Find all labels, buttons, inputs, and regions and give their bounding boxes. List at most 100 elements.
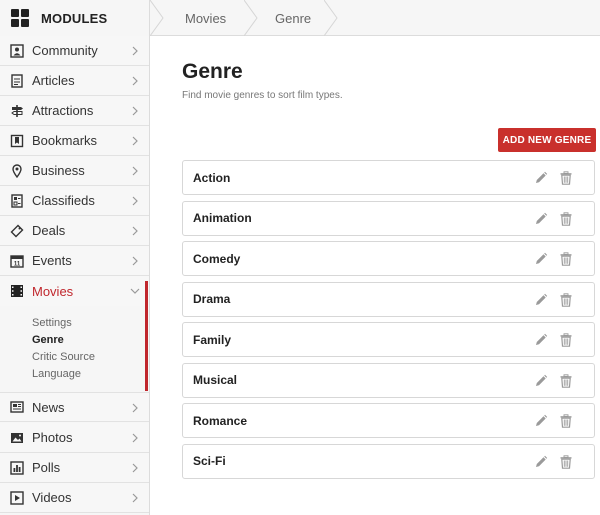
sidebar-item-label: Bookmarks (32, 133, 98, 148)
pencil-icon[interactable] (534, 455, 548, 469)
signpost-icon (10, 104, 24, 118)
pencil-icon[interactable] (534, 293, 548, 307)
tag-icon (10, 224, 24, 238)
sidebar-item-bookmarks[interactable]: Bookmarks (0, 126, 149, 156)
genre-name: Sci-Fi (193, 454, 226, 468)
brand-label: MODULES (41, 10, 108, 26)
map-pin-icon (10, 163, 24, 178)
sidebar-item-label: Business (32, 163, 85, 178)
people-icon (10, 43, 24, 58)
genre-name: Family (193, 332, 232, 347)
genre-row[interactable]: Drama (182, 281, 595, 317)
genre-name: Drama (193, 292, 231, 306)
chevron-down-icon (130, 288, 140, 294)
pencil-icon[interactable] (534, 333, 548, 347)
genre-row[interactable]: Sci-Fi (182, 443, 595, 479)
sidebar: Community Articles Attractions Bookmarks… (0, 36, 150, 515)
video-icon (10, 490, 24, 505)
sidebar-item-articles[interactable]: Articles (0, 66, 149, 96)
pencil-icon[interactable] (534, 414, 548, 428)
photo-icon (10, 431, 24, 445)
chevron-right-icon (132, 226, 138, 236)
chevron-right-icon (132, 403, 138, 413)
genre-row[interactable]: Animation (182, 200, 595, 236)
trash-icon[interactable] (559, 211, 573, 226)
pencil-icon[interactable] (534, 374, 548, 388)
genre-row[interactable]: Family (182, 322, 595, 357)
chevron-right-icon (132, 493, 138, 503)
modules-brand[interactable]: MODULES (0, 0, 150, 36)
trash-icon[interactable] (559, 171, 573, 185)
genre-name: Action (193, 170, 231, 185)
sidebar-item-label: Articles (32, 73, 75, 88)
main-content: Genre Find movie genres to sort film typ… (150, 36, 600, 515)
breadcrumb-genre[interactable]: Genre (275, 0, 311, 36)
chevron-right-icon (132, 136, 138, 146)
genre-row[interactable]: Musical (182, 362, 595, 398)
chevron-right-icon (132, 106, 138, 116)
genre-name: Musical (193, 373, 238, 387)
film-icon (10, 284, 24, 298)
article-icon (10, 73, 24, 88)
sidebar-item-label: Polls (32, 460, 61, 475)
sidebar-item-label: Photos (32, 430, 73, 445)
sidebar-item-movies[interactable]: Movies (0, 276, 149, 306)
sidebar-item-label: News (32, 399, 65, 415)
page-title: Genre (182, 60, 243, 83)
calendar-icon: 11 (10, 254, 24, 268)
sidebar-subitem-critic-source[interactable]: Critic Source (32, 351, 95, 363)
genre-name: Comedy (193, 251, 241, 266)
trash-icon[interactable] (559, 252, 573, 266)
genre-row[interactable]: Action (182, 160, 595, 195)
add-new-genre-button[interactable]: ADD NEW GENRE (498, 128, 596, 152)
trash-icon[interactable] (559, 454, 573, 469)
breadcrumb-separator-icon (150, 0, 164, 36)
chevron-right-icon (132, 433, 138, 443)
sidebar-subitem-language[interactable]: Language (32, 368, 81, 380)
trash-icon[interactable] (559, 373, 573, 388)
trash-icon[interactable] (559, 414, 573, 428)
svg-text:11: 11 (14, 261, 21, 267)
bookmark-icon (10, 134, 24, 148)
sidebar-item-label: Events (32, 253, 72, 268)
newspaper-icon (10, 400, 24, 414)
sidebar-item-deals[interactable]: Deals (0, 216, 149, 246)
grid-icon (11, 9, 29, 27)
sidebar-item-videos[interactable]: Videos (0, 483, 149, 513)
chevron-right-icon (132, 196, 138, 206)
trash-icon[interactable] (559, 333, 573, 347)
poll-icon (10, 460, 24, 475)
sidebar-subitem-genre[interactable]: Genre (32, 334, 64, 346)
page-subtitle: Find movie genres to sort film types. (182, 90, 343, 101)
sidebar-item-polls[interactable]: Polls (0, 453, 149, 483)
genre-row[interactable]: Comedy (182, 241, 595, 276)
trash-icon[interactable] (559, 292, 573, 307)
sidebar-item-label: Videos (32, 490, 72, 505)
chevron-right-icon (132, 463, 138, 473)
sidebar-item-classifieds[interactable]: Classifieds (0, 186, 149, 216)
sidebar-item-label: Community (32, 43, 98, 58)
sidebar-subitem-settings[interactable]: Settings (32, 317, 72, 329)
breadcrumb-separator-icon (324, 0, 338, 36)
genre-name: Animation (193, 211, 252, 225)
sidebar-item-photos[interactable]: Photos (0, 423, 149, 453)
top-bar: MODULES Movies Genre (0, 0, 600, 36)
genre-name: Romance (193, 413, 248, 428)
chevron-right-icon (132, 166, 138, 176)
sidebar-item-community[interactable]: Community (0, 36, 149, 66)
pencil-icon[interactable] (534, 171, 548, 185)
sidebar-item-business[interactable]: Business (0, 156, 149, 186)
sidebar-item-news[interactable]: News (0, 392, 149, 422)
chevron-right-icon (132, 256, 138, 266)
active-indicator (145, 281, 148, 391)
breadcrumb-movies[interactable]: Movies (185, 0, 226, 36)
sidebar-item-label: Attractions (32, 103, 94, 118)
breadcrumb-separator-icon (244, 0, 258, 36)
chevron-right-icon (132, 76, 138, 86)
pencil-icon[interactable] (534, 212, 548, 226)
pencil-icon[interactable] (534, 252, 548, 266)
sidebar-item-attractions[interactable]: Attractions (0, 96, 149, 126)
genre-row[interactable]: Romance (182, 403, 595, 438)
chevron-right-icon (132, 46, 138, 56)
sidebar-item-events[interactable]: 11 Events (0, 246, 149, 276)
